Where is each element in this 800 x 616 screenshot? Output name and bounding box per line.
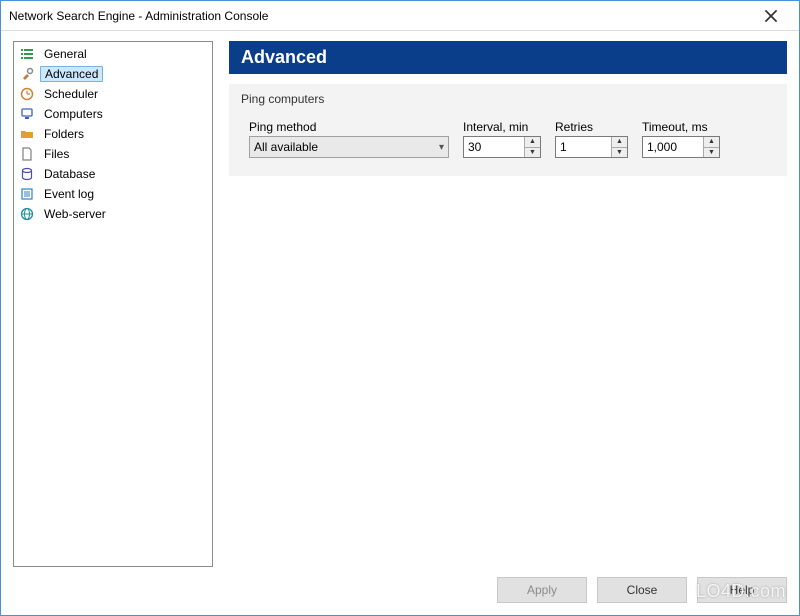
body: General Advanced Scheduler Computers Fol… xyxy=(13,41,787,567)
sidebar-item-eventlog[interactable]: Event log xyxy=(14,184,212,204)
spin-buttons: ▲ ▼ xyxy=(611,137,627,157)
sidebar-item-label: Folders xyxy=(40,127,88,141)
sidebar-item-database[interactable]: Database xyxy=(14,164,212,184)
client-area: General Advanced Scheduler Computers Fol… xyxy=(1,31,799,615)
group-title: Ping computers xyxy=(241,92,775,106)
sidebar-item-label: Scheduler xyxy=(40,87,102,101)
timeout-spinbox[interactable]: ▲ ▼ xyxy=(642,136,720,158)
sidebar-item-advanced[interactable]: Advanced xyxy=(14,64,212,84)
sidebar-item-general[interactable]: General xyxy=(14,44,212,64)
list-icon xyxy=(20,47,34,61)
clock-icon xyxy=(20,87,34,101)
sidebar-item-label: Advanced xyxy=(40,66,103,82)
close-icon xyxy=(764,9,778,23)
sidebar-item-label: Web-server xyxy=(40,207,110,221)
tools-icon xyxy=(20,67,34,81)
timeout-field: Timeout, ms ▲ ▼ xyxy=(642,120,720,158)
file-icon xyxy=(20,147,34,161)
spin-buttons: ▲ ▼ xyxy=(703,137,719,157)
window-title: Network Search Engine - Administration C… xyxy=(9,9,751,23)
database-icon xyxy=(20,167,34,181)
ping-method-value: All available xyxy=(254,140,318,154)
chevron-down-icon: ▾ xyxy=(439,142,444,153)
computer-icon xyxy=(20,107,34,121)
window: Network Search Engine - Administration C… xyxy=(0,0,800,616)
spin-up-icon[interactable]: ▲ xyxy=(612,137,627,148)
sidebar-item-label: Files xyxy=(40,147,73,161)
sidebar-item-label: Computers xyxy=(40,107,107,121)
interval-input[interactable] xyxy=(464,137,524,157)
main-panel: Advanced Ping computers Ping method All … xyxy=(229,41,787,567)
footer: Apply Close Help xyxy=(13,567,787,603)
titlebar: Network Search Engine - Administration C… xyxy=(1,1,799,31)
spin-down-icon[interactable]: ▼ xyxy=(612,148,627,158)
interval-spinbox[interactable]: ▲ ▼ xyxy=(463,136,541,158)
timeout-input[interactable] xyxy=(643,137,703,157)
folder-icon xyxy=(20,127,34,141)
interval-field: Interval, min ▲ ▼ xyxy=(463,120,541,158)
sidebar-item-label: Event log xyxy=(40,187,98,201)
ping-method-field: Ping method All available ▾ xyxy=(249,120,449,158)
window-close-button[interactable] xyxy=(751,2,791,30)
apply-button[interactable]: Apply xyxy=(497,577,587,603)
spin-up-icon[interactable]: ▲ xyxy=(704,137,719,148)
globe-icon xyxy=(20,207,34,221)
sidebar-item-webserver[interactable]: Web-server xyxy=(14,204,212,224)
retries-label: Retries xyxy=(555,120,628,134)
log-icon xyxy=(20,187,34,201)
ping-computers-group: Ping computers Ping method All available… xyxy=(229,84,787,176)
sidebar-item-label: Database xyxy=(40,167,99,181)
spin-up-icon[interactable]: ▲ xyxy=(525,137,540,148)
close-button[interactable]: Close xyxy=(597,577,687,603)
ping-method-label: Ping method xyxy=(249,120,449,134)
sidebar: General Advanced Scheduler Computers Fol… xyxy=(13,41,213,567)
retries-field: Retries ▲ ▼ xyxy=(555,120,628,158)
page-title: Advanced xyxy=(229,41,787,74)
sidebar-item-scheduler[interactable]: Scheduler xyxy=(14,84,212,104)
retries-input[interactable] xyxy=(556,137,611,157)
timeout-label: Timeout, ms xyxy=(642,120,720,134)
help-button[interactable]: Help xyxy=(697,577,787,603)
sidebar-item-folders[interactable]: Folders xyxy=(14,124,212,144)
spin-down-icon[interactable]: ▼ xyxy=(704,148,719,158)
fields-row: Ping method All available ▾ Interval, mi… xyxy=(241,120,775,158)
sidebar-item-label: General xyxy=(40,47,91,61)
sidebar-item-files[interactable]: Files xyxy=(14,144,212,164)
spin-buttons: ▲ ▼ xyxy=(524,137,540,157)
retries-spinbox[interactable]: ▲ ▼ xyxy=(555,136,628,158)
sidebar-item-computers[interactable]: Computers xyxy=(14,104,212,124)
ping-method-combobox[interactable]: All available ▾ xyxy=(249,136,449,158)
interval-label: Interval, min xyxy=(463,120,541,134)
spin-down-icon[interactable]: ▼ xyxy=(525,148,540,158)
